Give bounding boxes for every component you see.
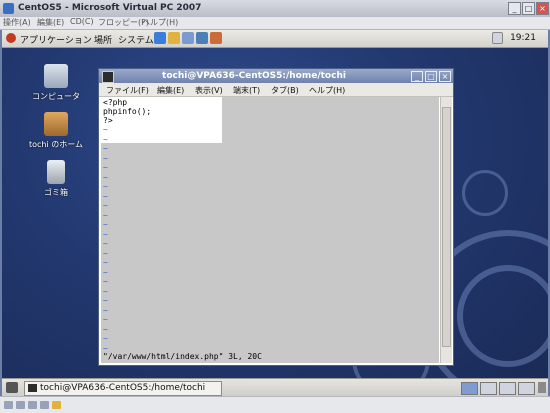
browser-launcher-icon[interactable] [154, 32, 166, 44]
terminal-maximize-button[interactable]: □ [425, 71, 437, 82]
empty-line-tilde: ~ [103, 277, 108, 286]
empty-line-tilde: ~ [103, 125, 108, 134]
workspace-1[interactable] [461, 382, 478, 395]
empty-line-tilde: ~ [103, 315, 108, 324]
terminal-window: tochi@VPA636-CentOS5:/home/tochi _ □ × フ… [98, 68, 454, 366]
menu-edit[interactable]: 編集(E) [157, 85, 184, 96]
menu-places[interactable]: 場所 [94, 33, 112, 46]
top-panel: アプリケーション 場所 システム 19:21 [2, 30, 548, 48]
empty-line-tilde: ~ [103, 134, 108, 144]
empty-line-tilde: ~ [103, 296, 108, 305]
empty-line-tilde: ~ [103, 201, 108, 210]
wallpaper-swirl [457, 265, 548, 367]
terminal-area[interactable]: <?php phpinfo(); ?> ~ ~ ~ ~ ~ ~ ~ ~ ~ ~ ~ ~ ~ ~ ~ ~ ~ ~ ~ ~… [101, 97, 439, 363]
empty-line-tilde: ~ [103, 239, 108, 248]
empty-line-tilde: ~ [103, 305, 108, 315]
network-status-icon [40, 401, 49, 409]
show-desktop-icon[interactable] [6, 382, 18, 393]
terminal-scrollbar[interactable] [440, 97, 452, 363]
foot-icon [6, 33, 16, 43]
empty-line-tilde: ~ [103, 153, 108, 163]
wallpaper-swirl [462, 170, 508, 216]
menu-file[interactable]: ファイル(F) [106, 85, 149, 96]
vpc-statusbar [0, 396, 550, 413]
writer-launcher-icon[interactable] [182, 32, 194, 44]
desktop-icon-computer[interactable]: コンピュータ [26, 64, 86, 102]
desktop-icon-trash[interactable]: ゴミ箱 [26, 160, 86, 198]
workspace-3[interactable] [499, 382, 516, 395]
empty-line-tilde: ~ [103, 258, 108, 267]
home-folder-icon [44, 112, 68, 136]
empty-line-tilde: ~ [103, 229, 108, 239]
menu-terminal[interactable]: 端末(T) [233, 85, 260, 96]
vpc-menu-edit[interactable]: 編集(E) [37, 17, 64, 28]
vpc-menu-cd[interactable]: CD(C) [70, 17, 94, 26]
vpc-title: CentOS5 - Microsoft Virtual PC 2007 [18, 3, 202, 13]
vpc-menu-help[interactable]: ヘルプ(H) [142, 17, 178, 28]
menu-tabs[interactable]: タブ(B) [271, 85, 299, 96]
desktop-icon-home[interactable]: tochi のホーム [26, 112, 86, 150]
code-line: <?php [103, 98, 128, 107]
floppy-status-icon [28, 401, 37, 409]
desktop-icon-label: コンピュータ [32, 92, 80, 101]
computer-icon [44, 64, 68, 88]
empty-line-tilde: ~ [103, 144, 108, 153]
vpc-frame: CentOS5 - Microsoft Virtual PC 2007 _ □ … [0, 0, 550, 413]
mail-launcher-icon[interactable] [168, 32, 180, 44]
bottom-panel: tochi@VPA636-CentOS5:/home/tochi [2, 378, 548, 396]
empty-line-tilde: ~ [103, 210, 108, 220]
workspace-4[interactable] [518, 382, 535, 395]
menu-applications[interactable]: アプリケーション [20, 33, 92, 46]
code-line: phpinfo(); [103, 107, 152, 116]
empty-line-tilde: ~ [103, 191, 108, 201]
vpc-logo-icon [3, 3, 14, 14]
terminal-titlebar[interactable]: tochi@VPA636-CentOS5:/home/tochi _ □ × [99, 69, 453, 83]
gnome-desktop: アプリケーション 場所 システム 19:21 コンピュータ tochi のホーム… [2, 30, 548, 396]
empty-line-tilde: ~ [103, 248, 108, 258]
empty-line-tilde: ~ [103, 286, 108, 296]
empty-line-tilde: ~ [103, 220, 108, 229]
network-icon[interactable] [492, 32, 503, 44]
empty-line-tilde: ~ [103, 324, 108, 334]
terminal-menubar: ファイル(F) 編集(E) 表示(V) 端末(T) タブ(B) ヘルプ(H) [99, 83, 453, 97]
terminal-title: tochi@VPA636-CentOS5:/home/tochi [162, 71, 346, 81]
empty-line-tilde: ~ [103, 267, 108, 277]
menu-help[interactable]: ヘルプ(H) [309, 85, 345, 96]
folder-share-status-icon [52, 401, 61, 409]
terminal-minimize-button[interactable]: _ [411, 71, 423, 82]
close-button[interactable]: × [536, 2, 549, 15]
menu-system[interactable]: システム [118, 33, 154, 46]
desktop-icon-label: ゴミ箱 [44, 188, 68, 197]
taskbar-item-label: tochi@VPA636-CentOS5:/home/tochi [40, 383, 206, 393]
empty-line-tilde: ~ [103, 182, 108, 191]
impress-launcher-icon[interactable] [210, 32, 222, 44]
vpc-menubar: 操作(A) 編集(E) CD(C) フロッピー(F) ヘルプ(H) [0, 17, 550, 30]
vpc-menu-action[interactable]: 操作(A) [3, 17, 31, 28]
menu-view[interactable]: 表示(V) [195, 85, 223, 96]
cd-status-icon [16, 401, 25, 409]
workspace-2[interactable] [480, 382, 497, 395]
terminal-icon [28, 384, 37, 392]
empty-line-tilde: ~ [103, 163, 108, 172]
vim-status-line: "/var/www/html/index.php" 3L, 20C [103, 352, 262, 361]
terminal-close-button[interactable]: × [439, 71, 451, 82]
minimize-button[interactable]: _ [508, 2, 521, 15]
clock[interactable]: 19:21 [510, 33, 536, 43]
taskbar-item-terminal[interactable]: tochi@VPA636-CentOS5:/home/tochi [24, 381, 222, 396]
trash-icon [47, 160, 65, 184]
scrollbar-thumb[interactable] [442, 107, 451, 347]
code-line: ?> [103, 116, 113, 125]
desktop-icon-label: tochi のホーム [28, 140, 84, 149]
hdd-status-icon [4, 401, 13, 409]
calc-launcher-icon[interactable] [196, 32, 208, 44]
maximize-button[interactable]: □ [522, 2, 535, 15]
vpc-titlebar: CentOS5 - Microsoft Virtual PC 2007 _ □ … [0, 0, 550, 18]
trash-applet-icon[interactable] [538, 382, 546, 393]
empty-line-tilde: ~ [103, 334, 108, 343]
empty-line-tilde: ~ [103, 172, 108, 182]
